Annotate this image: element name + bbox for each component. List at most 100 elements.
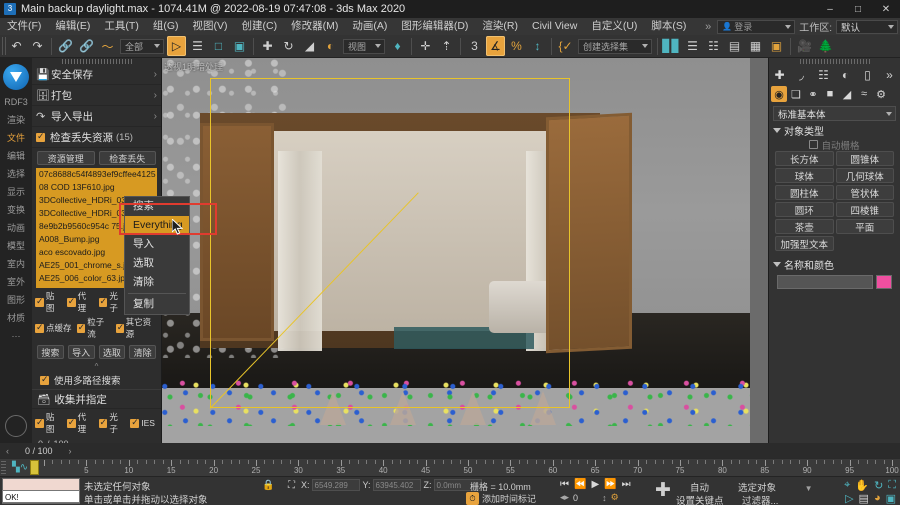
plane-button[interactable]: 平面 <box>835 219 894 234</box>
menu-create[interactable]: 创建(C) <box>235 18 285 35</box>
space-warps-icon[interactable]: ≈ <box>856 86 872 102</box>
select-and-rotate-icon[interactable]: ↻ <box>279 36 298 56</box>
snaps-toggle-icon[interactable]: 3 <box>465 36 484 56</box>
collect-filter-maps[interactable]: 贴图 <box>35 411 63 435</box>
sidebar-item-edit[interactable]: 编辑 <box>0 151 32 162</box>
orbit-icon[interactable]: ↻ <box>874 479 883 492</box>
checkbox[interactable] <box>35 322 44 333</box>
checkbox[interactable] <box>115 322 124 333</box>
list-item[interactable]: 07c8688c54f4893ef9cffee4125 <box>36 168 157 181</box>
object-type-header[interactable]: 对象类型 <box>773 123 896 138</box>
menu-tools[interactable]: 工具(T) <box>97 18 145 35</box>
sidebar-item-rdf3[interactable]: RDF3 <box>0 97 32 108</box>
ctx-copy[interactable]: 复制 <box>125 295 189 314</box>
import-button[interactable]: 导入 <box>67 345 95 359</box>
shapes-icon[interactable]: ❏ <box>788 86 804 102</box>
sidebar-item-materials[interactable]: 材质 <box>0 313 32 324</box>
previous-frame-icon[interactable]: ⏪ <box>574 479 586 490</box>
filter-maps[interactable]: 贴图 <box>35 290 63 314</box>
checkbox[interactable] <box>35 296 44 307</box>
rdf3-logo-icon[interactable] <box>3 64 29 90</box>
list-item[interactable]: 08 COD 13F610.jpg <box>36 181 157 194</box>
sidebar-settings-icon[interactable] <box>5 415 27 437</box>
menu-animation[interactable]: 动画(A) <box>345 18 394 35</box>
timeline-frame-display[interactable]: 0 / 100 <box>15 446 63 456</box>
safe-save-row[interactable]: 💾 安全保存 › <box>32 64 161 85</box>
checkbox[interactable] <box>98 417 108 428</box>
multipath-search-checkbox[interactable] <box>40 374 49 385</box>
geometry-icon[interactable]: ◉ <box>771 86 787 102</box>
display-tab[interactable]: ▯ <box>859 66 876 83</box>
sidebar-item-model[interactable]: 模型 <box>0 241 32 252</box>
text-plus-button[interactable]: 加强型文本 <box>775 236 834 251</box>
use-pivot-point-center-icon[interactable]: ♦ <box>388 36 407 56</box>
coord-x-value[interactable]: 6549.289 <box>311 479 360 491</box>
tube-button[interactable]: 管状体 <box>835 185 894 200</box>
undo-button[interactable]: ↶ <box>7 36 26 56</box>
teapot-button[interactable]: 茶壶 <box>775 219 834 234</box>
multipath-search-row[interactable]: 使用多路径搜索 <box>32 371 161 389</box>
sidebar-item-animation[interactable]: 动画 <box>0 223 32 234</box>
render-production-icon[interactable]: 🌲 <box>816 36 835 56</box>
layer-explorer-icon[interactable]: ☰ <box>683 36 702 56</box>
motion-tab[interactable]: ◐ <box>837 66 854 83</box>
minimize-button[interactable]: – <box>816 0 844 18</box>
workspace-dropdown[interactable]: 默认 <box>836 19 898 34</box>
object-category-dropdown[interactable]: 标准基本体 <box>773 106 896 121</box>
checkbox[interactable] <box>35 417 44 428</box>
menu-modifiers[interactable]: 修改器(M) <box>284 18 345 35</box>
auto-grid-row[interactable]: 自动栅格 <box>773 138 896 152</box>
filter-point-cache[interactable]: 点缓存 <box>35 316 73 340</box>
checkbox[interactable] <box>76 322 86 333</box>
sidebar-item-more[interactable]: ··· <box>0 331 32 342</box>
select-and-scale-icon[interactable]: ◢ <box>300 36 319 56</box>
named-selection-set-dropdown[interactable]: 创建选择集 <box>578 38 652 54</box>
zoom-icon[interactable]: ⌖ <box>844 479 850 492</box>
edit-named-selection-sets-icon[interactable]: {✓ <box>556 36 575 56</box>
unlink-selection-icon[interactable]: 🔗 <box>77 36 96 56</box>
coord-x[interactable]: X: 6549.289 <box>301 479 360 491</box>
rectangular-selection-region-icon[interactable]: □ <box>209 36 228 56</box>
maximize-button[interactable]: □ <box>844 0 872 18</box>
spinner-snap-toggle-icon[interactable]: ↕ <box>528 36 547 56</box>
select-object-icon[interactable]: ▷ <box>167 36 186 56</box>
menu-group[interactable]: 组(G) <box>146 18 186 35</box>
clear-button[interactable]: 清除 <box>129 345 156 359</box>
viewport-label[interactable]: 透视1明暗处理 <box>164 60 223 73</box>
next-frame-icon[interactable]: ⏩ <box>604 479 616 490</box>
ctx-clear[interactable]: 清除 <box>125 273 189 292</box>
key-mode-toggle-icon[interactable]: ⚙ <box>611 492 619 503</box>
menu-views[interactable]: 视图(V) <box>186 18 235 35</box>
collect-filter-ies[interactable]: IES <box>130 411 158 435</box>
add-time-tag[interactable]: ⏱ 添加时间标记 <box>466 492 536 505</box>
lights-icon[interactable]: ⚭ <box>805 86 821 102</box>
key-filters-button[interactable]: 过滤器... <box>742 493 778 505</box>
command-panel-drag-handle[interactable] <box>799 59 870 64</box>
coord-y-value[interactable]: 63945.402 <box>372 479 421 491</box>
selection-filter-dropdown[interactable]: 全部 <box>120 38 164 54</box>
select-and-link-icon[interactable]: 🔗 <box>56 36 75 56</box>
sidebar-item-shapes[interactable]: 图形 <box>0 295 32 306</box>
select-and-move-icon[interactable]: ✚ <box>258 36 277 56</box>
object-name-input[interactable] <box>777 275 873 289</box>
checkbox[interactable] <box>130 417 140 428</box>
collect-assign-section[interactable]: 🗃 收集并指定 <box>32 389 161 409</box>
set-keys-button[interactable]: ✚ <box>655 481 671 500</box>
track-bar-grip[interactable] <box>1 459 6 476</box>
check-missing-assets-checkbox[interactable] <box>36 131 45 142</box>
track-view-icon[interactable]: ▚∿ <box>12 462 28 473</box>
utilities-tab[interactable]: » <box>881 66 898 83</box>
maxscript-listener-ok[interactable]: OK! <box>2 490 80 503</box>
window-crossing-icon[interactable]: ▣ <box>230 36 249 56</box>
filter-proxy[interactable]: 代理 <box>66 290 95 314</box>
object-color-swatch[interactable] <box>876 275 892 289</box>
pan-view-icon[interactable]: ✋ <box>855 479 869 492</box>
sidebar-item-file[interactable]: 文件 <box>0 133 32 144</box>
ctx-pick[interactable]: 选取 <box>125 254 189 273</box>
box-button[interactable]: 长方体 <box>775 151 834 166</box>
viewport[interactable]: 透视1明暗处理 <box>160 58 768 443</box>
pyramid-button[interactable]: 四棱锥 <box>835 202 894 217</box>
curve-editor-icon[interactable]: ▤ <box>725 36 744 56</box>
search-button[interactable]: 搜索 <box>37 345 64 359</box>
render-setup-icon[interactable]: 🎥 <box>795 36 814 56</box>
